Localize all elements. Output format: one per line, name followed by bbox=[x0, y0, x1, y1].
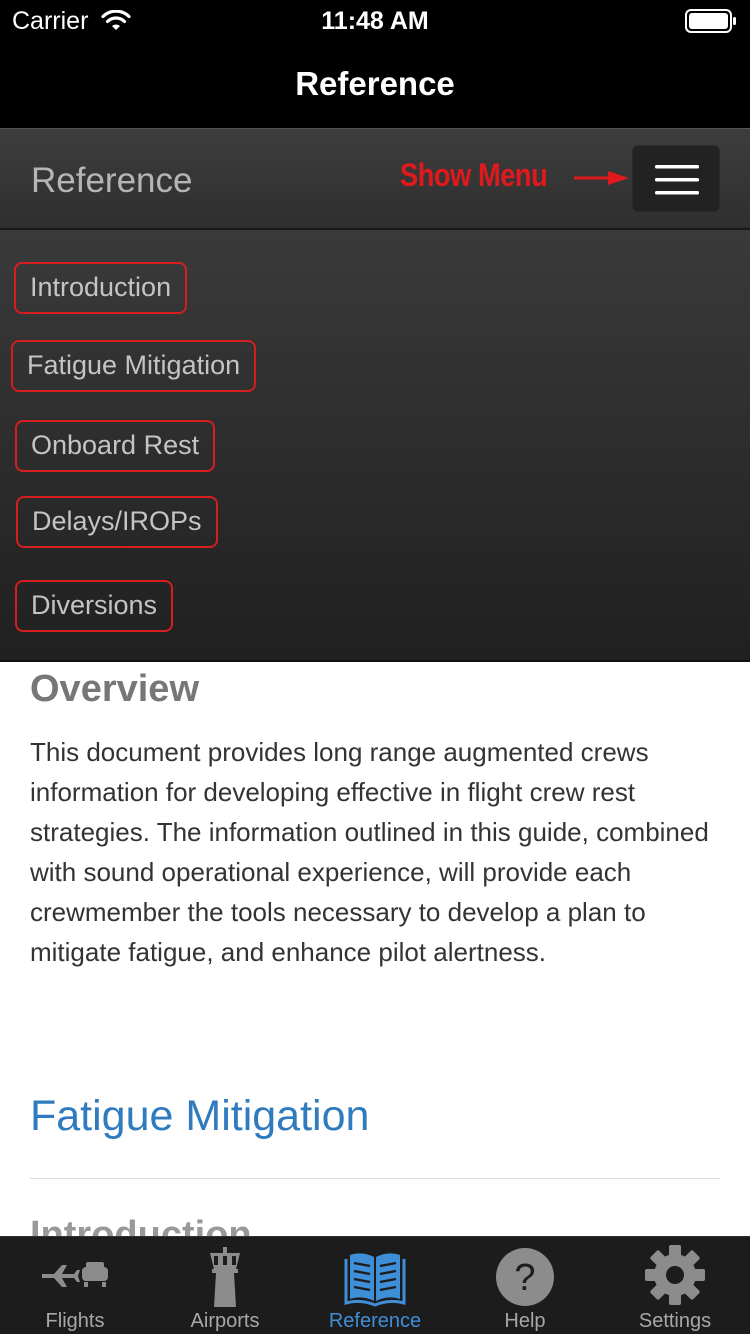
introduction-heading: Introduction bbox=[30, 1214, 252, 1236]
tab-help-label: Help bbox=[504, 1310, 546, 1332]
reference-content[interactable]: Overview This document provides long ran… bbox=[0, 662, 750, 1236]
show-menu-annotation: Show Menu bbox=[400, 157, 548, 193]
overview-paragraph: This document provides long range augmen… bbox=[30, 737, 709, 967]
book-icon bbox=[344, 1253, 406, 1307]
tab-reference-label: Reference bbox=[328, 1310, 422, 1332]
tab-airports[interactable]: Airports bbox=[150, 1237, 300, 1334]
tab-flights[interactable]: Flights bbox=[0, 1237, 150, 1334]
tab-flights-label: Flights bbox=[45, 1310, 105, 1332]
menu-item-fatigue-mitigation[interactable]: Fatigue Mitigation bbox=[11, 340, 257, 392]
fatigue-mitigation-heading: Fatigue Mitigation bbox=[30, 1092, 370, 1140]
tab-settings[interactable]: Settings bbox=[600, 1237, 750, 1334]
navigation-bar: Reference bbox=[0, 40, 750, 128]
tab-bar: Flights Airports Reference ? Help Settin… bbox=[0, 1236, 750, 1334]
overview-heading: Overview bbox=[30, 668, 199, 710]
menu-item-delays-irops[interactable]: Delays/IROPs bbox=[16, 496, 218, 548]
hamburger-icon bbox=[655, 165, 699, 195]
tab-airports-label: Airports bbox=[190, 1310, 260, 1332]
menu-item-diversions[interactable]: Diversions bbox=[15, 580, 174, 632]
tab-help[interactable]: ? Help bbox=[450, 1237, 600, 1334]
reference-header: Reference Show Menu bbox=[0, 128, 750, 230]
svg-text:?: ? bbox=[514, 1257, 535, 1299]
reference-header-title: Reference bbox=[31, 161, 193, 200]
gear-icon bbox=[645, 1245, 705, 1305]
question-icon: ? bbox=[496, 1248, 554, 1306]
nav-title: Reference bbox=[295, 65, 455, 102]
tower-icon bbox=[210, 1247, 240, 1307]
menu-item-introduction[interactable]: Introduction bbox=[14, 262, 188, 314]
tab-settings-label: Settings bbox=[638, 1310, 712, 1332]
section-divider bbox=[30, 1178, 720, 1179]
arrow-right-icon bbox=[574, 171, 629, 185]
menu-item-onboard-rest[interactable]: Onboard Rest bbox=[15, 420, 216, 472]
show-menu-button[interactable] bbox=[632, 145, 720, 212]
status-time: 11:48 AM bbox=[321, 7, 429, 35]
plane-icon bbox=[42, 1262, 108, 1287]
battery-icon bbox=[685, 9, 736, 33]
reference-menu: Introduction Fatigue Mitigation Onboard … bbox=[0, 230, 750, 662]
status-bar: Carrier 11:48 AM bbox=[0, 0, 750, 40]
tab-reference[interactable]: Reference bbox=[300, 1237, 450, 1334]
